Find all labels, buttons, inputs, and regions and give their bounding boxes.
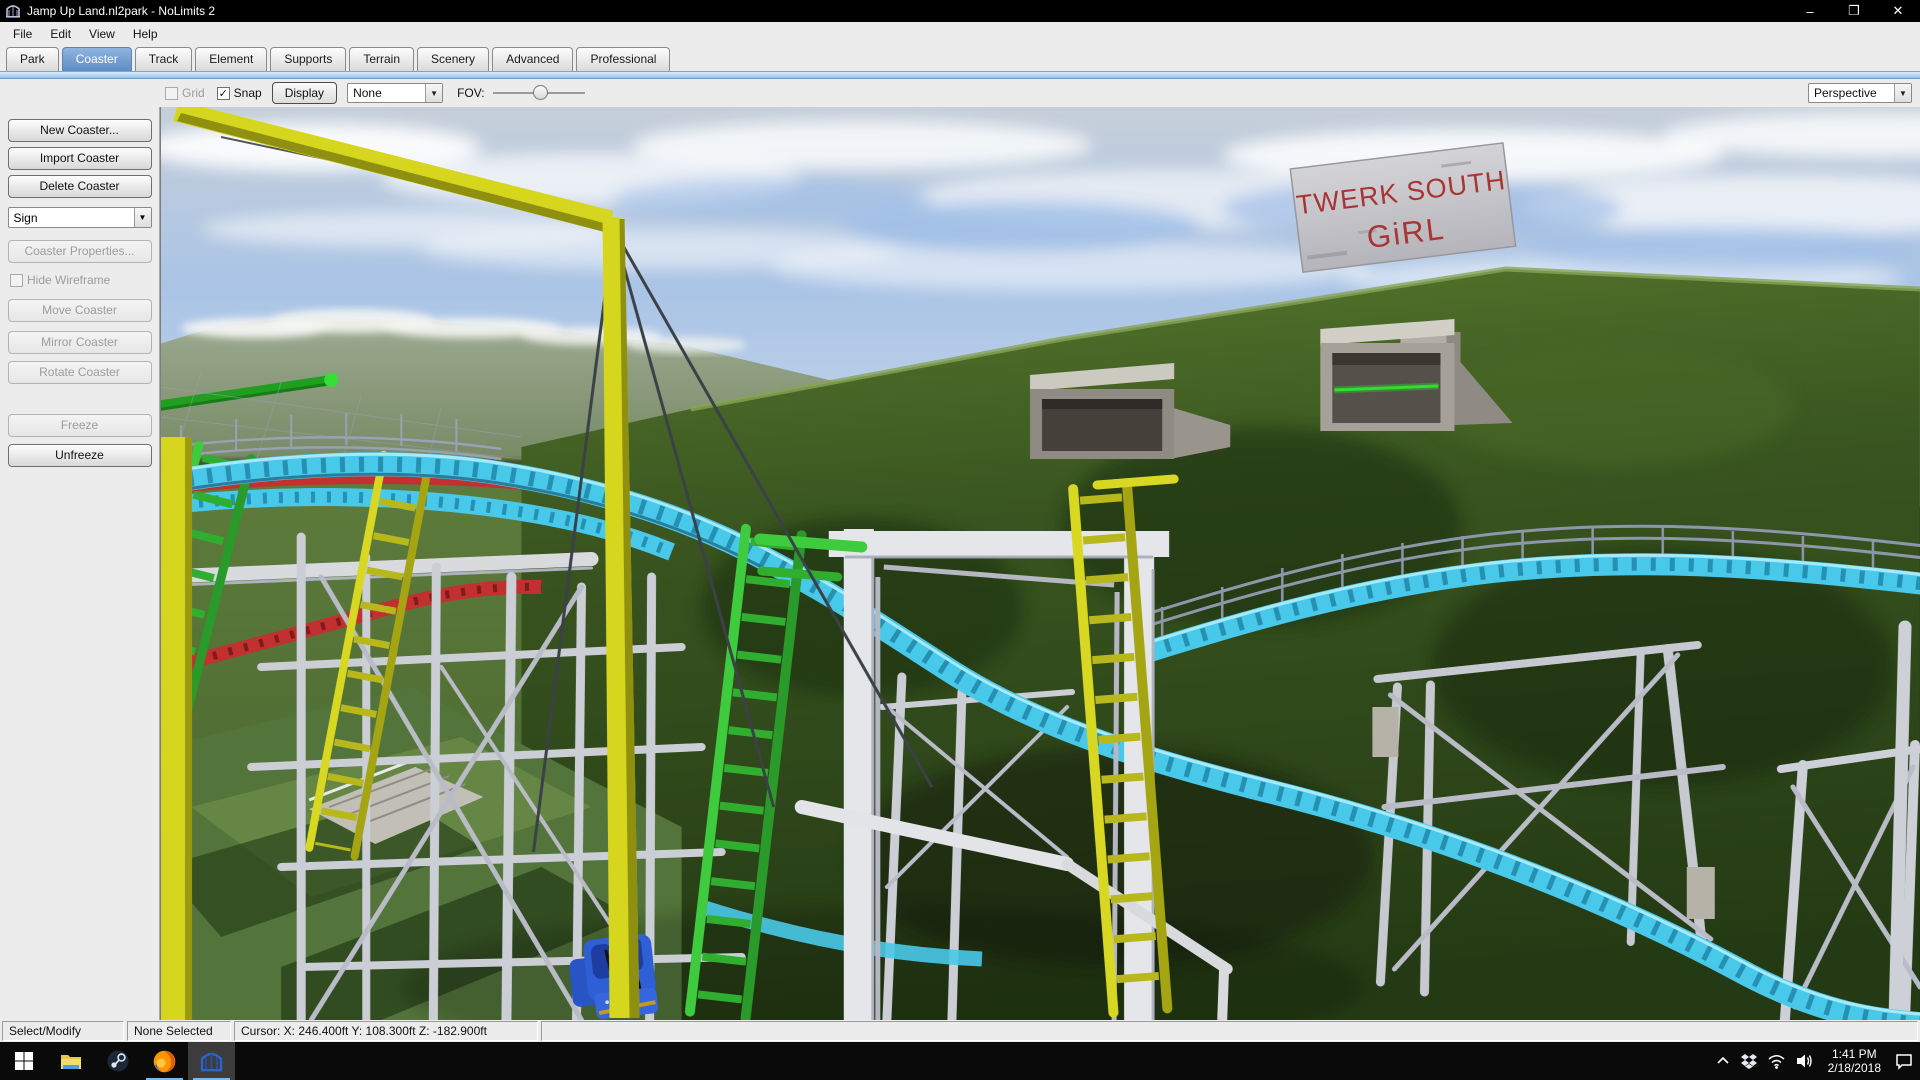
hide-wireframe-checkbox[interactable] [10,274,23,287]
tab-terrain[interactable]: Terrain [349,47,414,71]
chevron-down-icon[interactable]: ▼ [1894,84,1911,102]
tab-bar: Park Coaster Track Element Supports Terr… [0,45,1920,71]
close-button[interactable]: ✕ [1876,0,1920,22]
clock-date: 2/18/2018 [1828,1061,1881,1075]
status-mode: Select/Modify [2,1021,124,1041]
tab-professional[interactable]: Professional [576,47,670,71]
system-tray: 1:41 PM 2/18/2018 [1715,1042,1920,1080]
taskbar-clock[interactable]: 1:41 PM 2/18/2018 [1824,1047,1885,1075]
status-selection: None Selected [127,1021,231,1041]
file-explorer-button[interactable] [47,1042,94,1080]
import-coaster-button[interactable]: Import Coaster [8,147,152,170]
status-cursor: Cursor: X: 246.400ft Y: 108.300ft Z: -18… [234,1021,538,1041]
menu-bar: File Edit View Help [0,22,1920,45]
projection-dropdown[interactable]: Perspective ▼ [1808,83,1912,103]
folder-icon [59,1049,83,1073]
new-coaster-button[interactable]: New Coaster... [8,119,152,142]
app-icon [5,3,21,19]
element-type-value: Sign [9,211,134,225]
chevron-down-icon[interactable]: ▼ [425,84,442,102]
menu-view[interactable]: View [80,24,124,44]
windows-logo-icon [13,1050,35,1072]
fov-slider-knob[interactable] [533,85,548,100]
start-button[interactable] [0,1042,47,1080]
restore-button[interactable]: ❐ [1832,0,1876,22]
nolimits2-icon [199,1049,224,1074]
tab-coaster[interactable]: Coaster [62,47,132,71]
grid-checkbox[interactable] [165,87,178,100]
snap-label: Snap [234,86,262,100]
yellow-edge-beam [161,437,192,1020]
tab-advanced[interactable]: Advanced [492,47,573,71]
chevron-down-icon[interactable]: ▼ [134,208,151,227]
projection-value: Perspective [1809,86,1894,100]
volume-icon[interactable] [1795,1051,1815,1071]
wifi-icon[interactable] [1767,1052,1786,1071]
display-mode-value: None [348,86,425,100]
fov-slider[interactable] [493,85,585,101]
tray-chevron-icon[interactable] [1715,1053,1731,1069]
steam-button[interactable] [94,1042,141,1080]
freeze-button[interactable]: Freeze [8,414,152,437]
element-type-dropdown[interactable]: Sign ▼ [8,207,152,228]
delete-coaster-button[interactable]: Delete Coaster [8,175,152,198]
menu-edit[interactable]: Edit [41,24,80,44]
hide-wireframe-label: Hide Wireframe [27,273,110,287]
snap-checkbox[interactable]: ✓ [217,87,230,100]
rotate-coaster-button[interactable]: Rotate Coaster [8,361,152,384]
display-mode-dropdown[interactable]: None ▼ [347,83,443,103]
status-bar: Select/Modify None Selected Cursor: X: 2… [0,1020,1920,1042]
tab-track[interactable]: Track [135,47,193,71]
mirror-coaster-button[interactable]: Mirror Coaster [8,331,152,354]
title-bar: Jamp Up Land.nl2park - NoLimits 2 – ❐ ✕ [0,0,1920,22]
tab-scenery[interactable]: Scenery [417,47,489,71]
tab-supports[interactable]: Supports [270,47,346,71]
tab-park[interactable]: Park [6,47,59,71]
unfreeze-button[interactable]: Unfreeze [8,444,152,467]
fov-label: FOV: [457,86,485,100]
windows-taskbar: 1:41 PM 2/18/2018 [0,1042,1920,1080]
minimize-button[interactable]: – [1788,0,1832,22]
action-center-icon[interactable] [1894,1051,1914,1071]
steam-icon [106,1049,130,1073]
display-button[interactable]: Display [272,82,337,104]
window-title: Jamp Up Land.nl2park - NoLimits 2 [27,4,215,18]
dropbox-icon[interactable] [1740,1052,1758,1070]
status-extra [541,1021,1918,1041]
coaster-properties-button[interactable]: Coaster Properties... [8,240,152,263]
tab-accent-strip [0,71,1920,79]
viewport-3d[interactable]: TWERK SOUTH GiRL [160,107,1920,1020]
menu-file[interactable]: File [4,24,41,44]
tab-element[interactable]: Element [195,47,267,71]
application-window: Jamp Up Land.nl2park - NoLimits 2 – ❐ ✕ … [0,0,1920,1080]
grid-label: Grid [182,86,205,100]
nolimits2-taskbar-button[interactable] [188,1042,235,1080]
coaster-sidebar: New Coaster... Import Coaster Delete Coa… [0,107,160,1020]
menu-help[interactable]: Help [124,24,167,44]
move-coaster-button[interactable]: Move Coaster [8,299,152,322]
view-toolbar: Grid ✓ Snap Display None ▼ FOV: Perspect… [0,79,1920,107]
firefox-button[interactable] [141,1042,188,1080]
clock-time: 1:41 PM [1828,1047,1881,1061]
firefox-icon [152,1049,177,1074]
